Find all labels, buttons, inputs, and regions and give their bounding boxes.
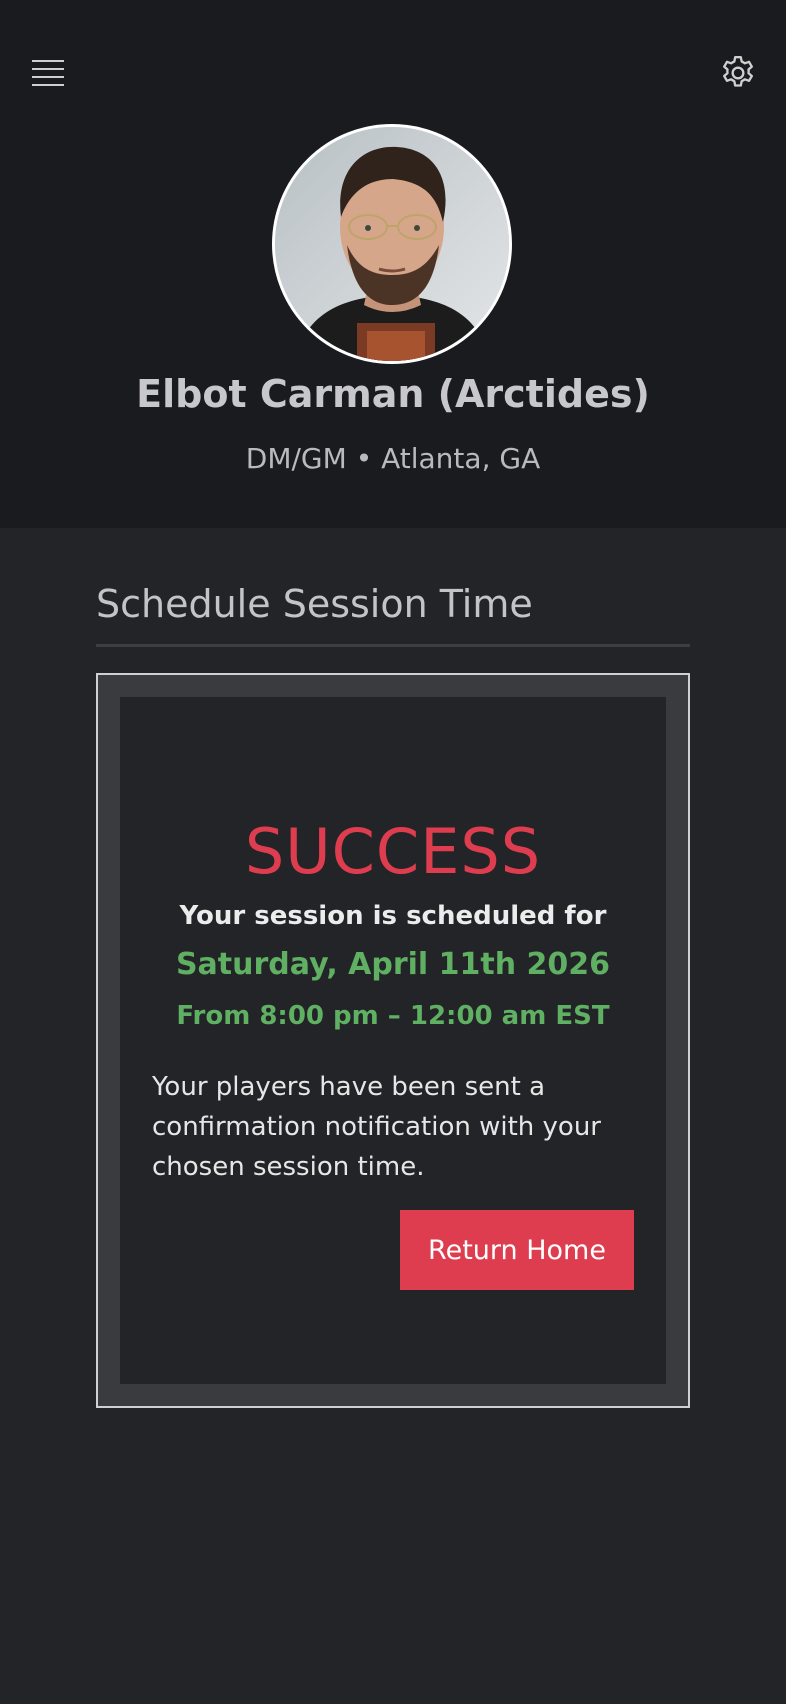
success-heading: SUCCESS — [244, 815, 542, 888]
session-date: Saturday, April 11th 2026 — [175, 947, 611, 982]
hamburger-menu-icon[interactable] — [32, 58, 64, 86]
profile-role-location: DM/GM • Atlanta, GA — [245, 442, 541, 475]
confirmation-message: Your players have been sent a confirmati… — [152, 1072, 601, 1182]
section-divider — [96, 644, 690, 647]
success-card: SUCCESS Your session is scheduled for Sa… — [96, 673, 690, 1408]
scheduled-for-label: Your session is scheduled for — [179, 901, 607, 931]
profile-name: Elbot Carman (Arctides) — [136, 372, 650, 416]
page-title: Schedule Session Time — [96, 582, 533, 626]
profile-header: Elbot Carman (Arctides) DM/GM • Atlanta,… — [0, 0, 786, 528]
gear-icon[interactable] — [718, 53, 758, 93]
return-home-button[interactable]: Return Home — [400, 1210, 634, 1290]
avatar — [272, 124, 512, 364]
session-time: From 8:00 pm – 12:00 am EST — [176, 1001, 610, 1031]
success-card-body: SUCCESS Your session is scheduled for Sa… — [120, 697, 666, 1384]
